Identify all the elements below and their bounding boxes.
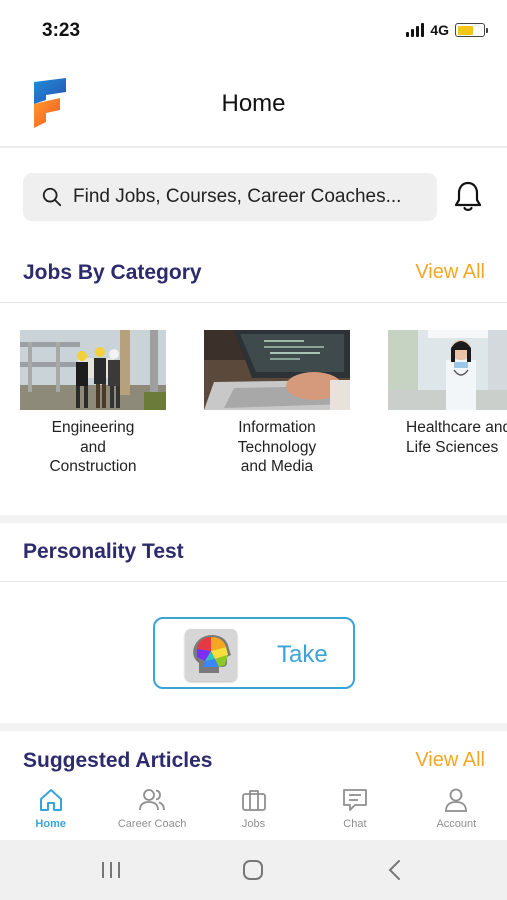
recent-apps-icon[interactable] [96,856,126,884]
category-card-healthcare[interactable]: Healthcare and Life Sciences [388,330,507,457]
status-bar: 3:23 4G [0,0,507,58]
category-card-it[interactable]: Information Technology and Media [204,330,350,477]
category-label: Information Technology and Media [237,419,317,475]
home-icon [39,789,62,811]
home-nav-icon[interactable] [238,856,268,884]
user-icon [445,788,468,812]
status-time: 3:23 [42,20,81,41]
system-nav-bar [0,840,507,900]
section-divider [0,515,507,523]
search-icon [42,187,62,207]
signal-icon [406,23,425,37]
battery-icon [455,23,488,37]
tab-label: Jobs [241,818,266,830]
tab-home[interactable]: Home [0,772,101,840]
search-row: Find Jobs, Courses, Career Coaches... [0,173,507,221]
category-label: Healthcare and Life Sciences [406,419,507,456]
articles-section-title: Suggested Articles [23,749,213,772]
tab-career-coach[interactable]: Career Coach [101,772,202,840]
articles-section-header: Suggested Articles View All [0,735,507,775]
brain-head-icon [185,629,237,681]
tab-account[interactable]: Account [406,772,507,840]
jobs-section-title: Jobs By Category [23,261,202,284]
tab-label: Account [436,818,477,830]
take-test-button[interactable]: Take [153,617,355,689]
personality-section-title: Personality Test [23,540,184,563]
search-input[interactable]: Find Jobs, Courses, Career Coaches... [23,173,437,221]
status-indicators: 4G [406,22,488,38]
take-button-label: Take [277,641,328,668]
articles-view-all-link[interactable]: View All [415,749,485,772]
engineering-image [20,330,166,410]
tab-label: Home [35,818,66,830]
category-carousel[interactable]: Engineering and Construction Information… [0,330,507,490]
app-header: Home [0,58,507,148]
network-type: 4G [430,22,449,38]
category-label: Engineering and Construction [49,419,137,475]
page-title: Home [221,90,286,117]
tab-label: Chat [343,818,367,830]
tab-label: Career Coach [117,818,187,830]
section-divider [0,723,507,731]
tab-jobs[interactable]: Jobs [203,772,304,840]
bottom-tab-bar: Home Career Coach Jobs Chat Account [0,772,507,840]
it-media-image [204,330,350,410]
bell-icon[interactable] [452,179,484,213]
tab-chat[interactable]: Chat [304,772,405,840]
briefcase-icon [241,790,266,811]
jobs-section-header: Jobs By Category View All [0,245,507,303]
chat-icon [343,789,367,811]
search-placeholder: Find Jobs, Courses, Career Coaches... [73,186,402,207]
back-icon[interactable] [380,856,410,884]
healthcare-image [388,330,507,410]
category-card-engineering[interactable]: Engineering and Construction [20,330,166,477]
jobs-view-all-link[interactable]: View All [415,261,485,284]
battery-level [457,25,473,35]
personality-section-header: Personality Test [0,524,507,582]
people-icon [139,789,166,811]
